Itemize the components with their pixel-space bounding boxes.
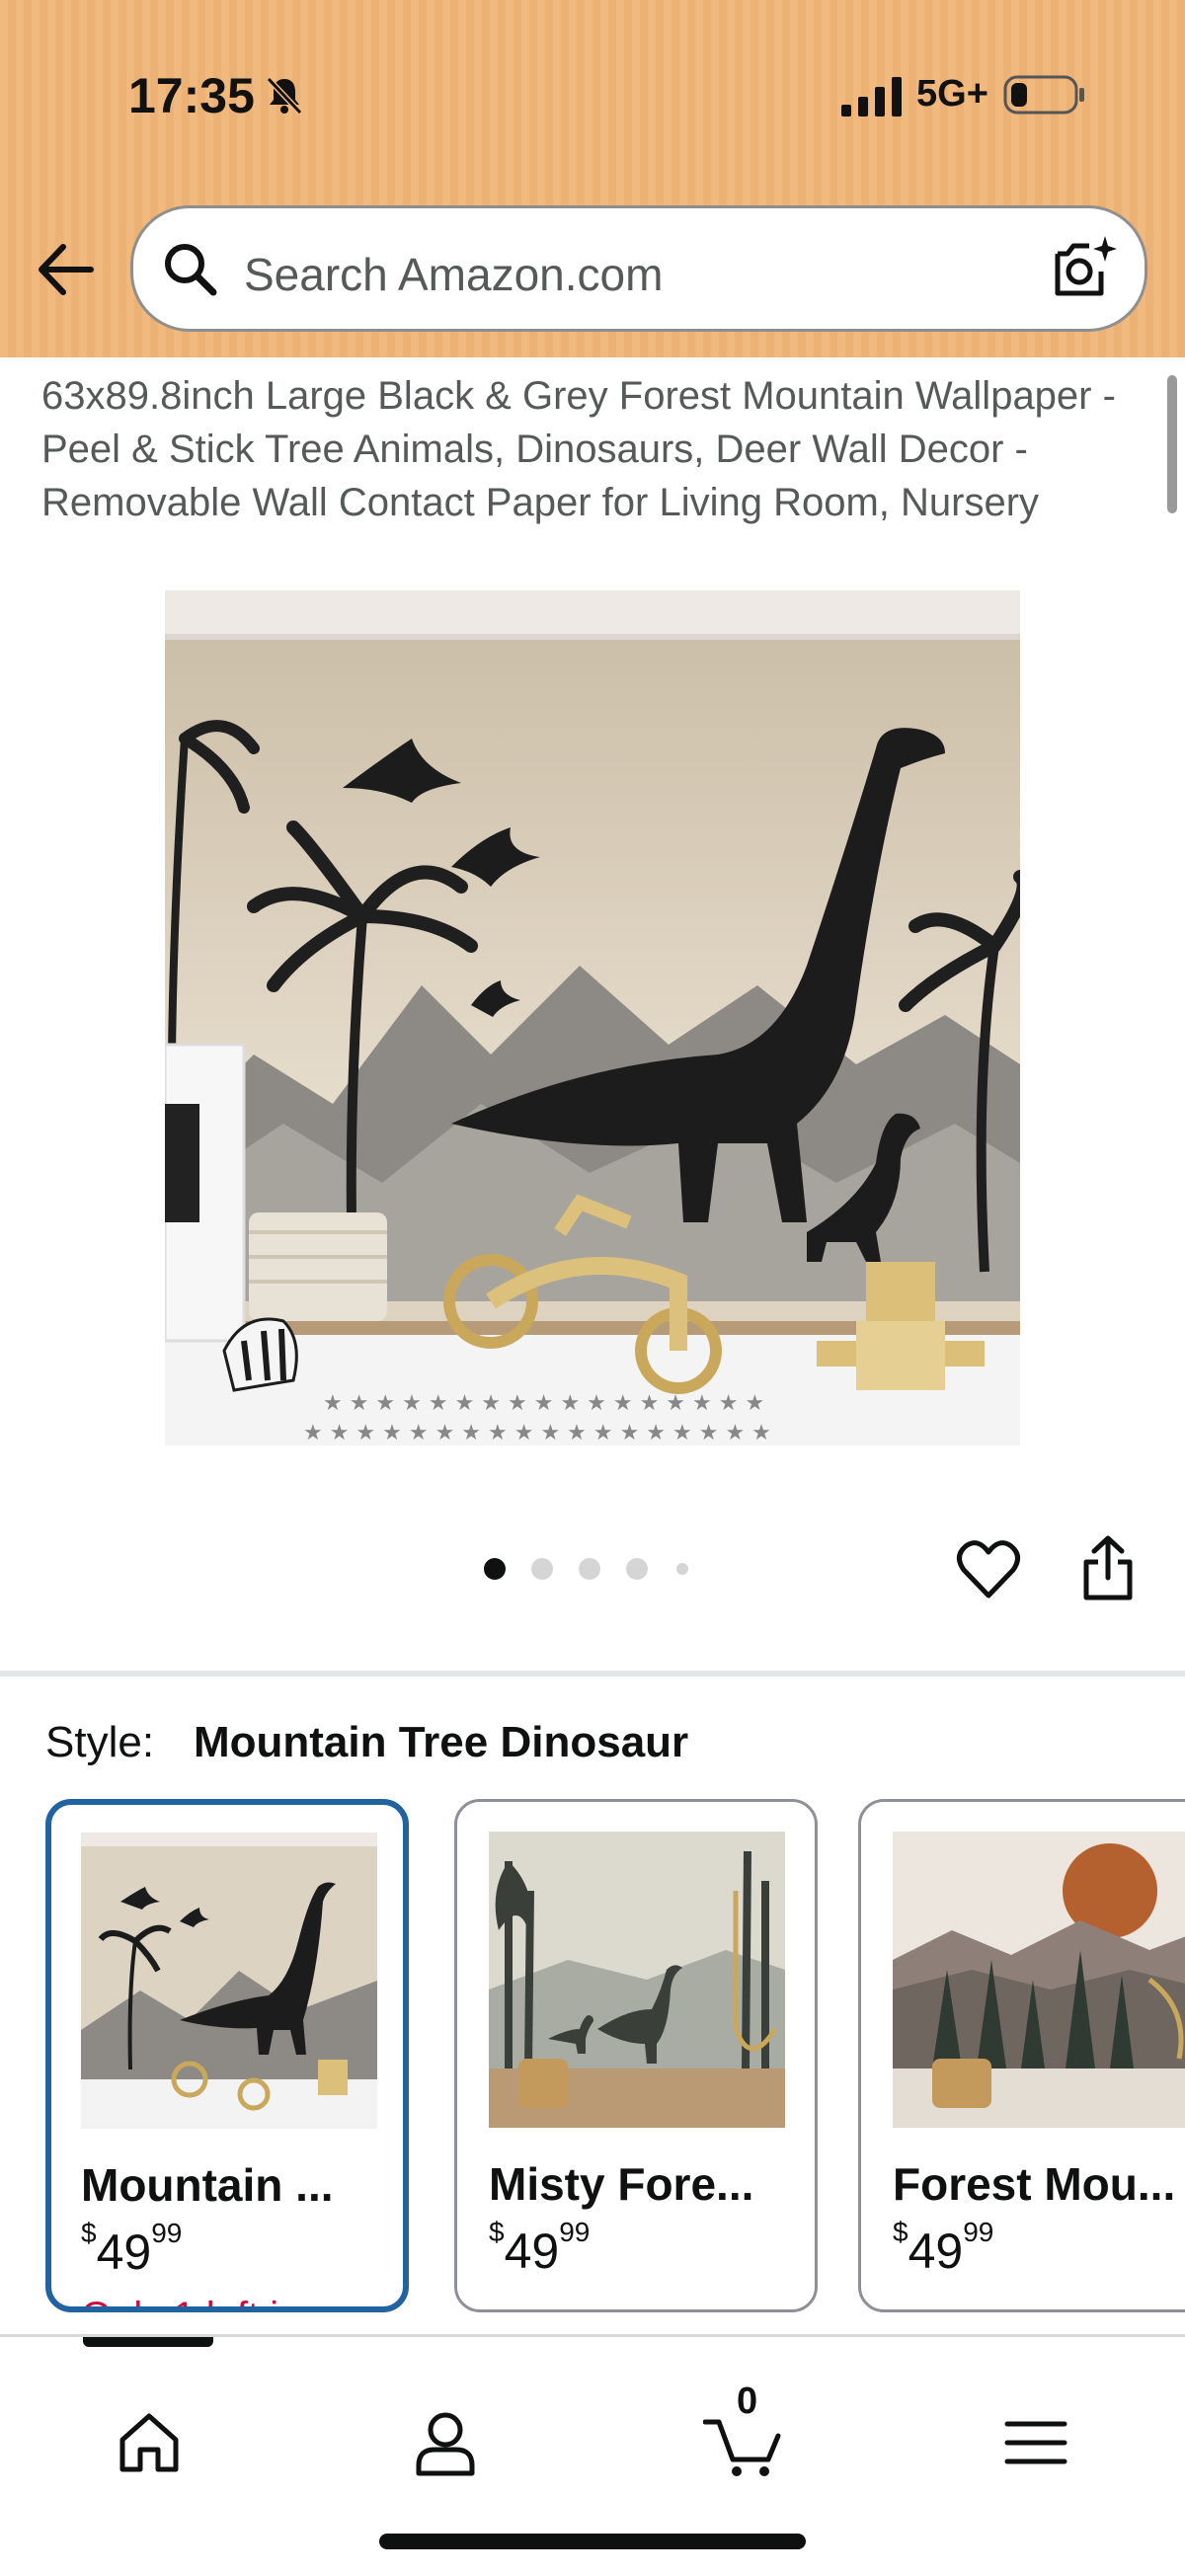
style-option-price: $4999	[489, 2217, 591, 2279]
image-carousel-dots	[484, 1558, 701, 1580]
carousel-dot[interactable]	[531, 1558, 553, 1580]
style-option-name: Misty Fore...	[489, 2158, 754, 2210]
network-label: 5G+	[916, 73, 988, 115]
carousel-dot[interactable]	[484, 1558, 506, 1580]
product-image[interactable]: ★ ★ ★ ★ ★ ★ ★ ★ ★ ★ ★ ★ ★ ★ ★ ★ ★ ★ ★ ★ …	[165, 590, 1020, 1445]
menu-icon[interactable]	[1001, 2408, 1070, 2477]
style-option-price: $4999	[81, 2218, 183, 2280]
carousel-dot[interactable]	[579, 1558, 600, 1580]
style-option-name: Mountain ...	[81, 2159, 334, 2211]
signal-icon	[841, 77, 902, 117]
search-bar[interactable]: Search Amazon.com	[130, 205, 1147, 332]
carousel-dot[interactable]	[626, 1558, 648, 1580]
app-header: 17:35 5G+ Search Amazon.com	[0, 0, 1185, 357]
nav-active-indicator	[83, 2337, 213, 2347]
carousel-dot[interactable]	[676, 1563, 688, 1575]
status-time: 17:35	[128, 68, 255, 123]
camera-search-icon[interactable]	[1050, 234, 1119, 303]
scroll-indicator	[1167, 375, 1177, 513]
svg-text:★ ★ ★ ★ ★ ★ ★ ★ ★ ★ ★ ★ ★ ★ ★: ★ ★ ★ ★ ★ ★ ★ ★ ★ ★ ★ ★ ★ ★ ★ ★ ★ ★	[303, 1421, 771, 1445]
style-label: Style:	[45, 1718, 155, 1766]
style-option-name: Forest Mou...	[893, 2158, 1176, 2210]
style-option-card[interactable]: Forest Mou... $4999	[858, 1799, 1185, 2312]
search-input[interactable]: Search Amazon.com	[244, 248, 663, 301]
style-option-thumbnail	[81, 1833, 377, 2129]
battery-icon	[1003, 75, 1084, 115]
section-divider	[0, 1671, 1185, 1677]
heart-icon[interactable]	[956, 1538, 1021, 1601]
back-arrow-icon[interactable]	[36, 241, 97, 298]
style-option-thumbnail	[489, 1832, 785, 2128]
style-option-card[interactable]: Misty Fore... $4999	[454, 1799, 818, 2312]
product-title[interactable]: 63x89.8inch Large Black & Grey Forest Mo…	[41, 369, 1147, 529]
home-indicator	[379, 2534, 806, 2549]
style-selected-value: Mountain Tree Dinosaur	[194, 1718, 689, 1766]
home-icon[interactable]	[115, 2408, 184, 2477]
cart-icon[interactable]	[703, 2408, 784, 2477]
account-icon[interactable]	[411, 2408, 480, 2477]
svg-text:★ ★ ★ ★ ★ ★ ★ ★ ★ ★ ★ ★ ★ ★ ★: ★ ★ ★ ★ ★ ★ ★ ★ ★ ★ ★ ★ ★ ★ ★ ★ ★	[323, 1391, 764, 1416]
style-option-price: $4999	[893, 2217, 994, 2279]
search-icon	[165, 244, 217, 296]
bell-muted-icon	[266, 76, 303, 116]
style-option-card[interactable]: Mountain ... $4999 Only 1 left in	[45, 1799, 409, 2312]
share-icon[interactable]	[1080, 1534, 1136, 1601]
style-option-thumbnail	[893, 1832, 1185, 2128]
stock-warning: Only 1 left in	[81, 2295, 300, 2306]
